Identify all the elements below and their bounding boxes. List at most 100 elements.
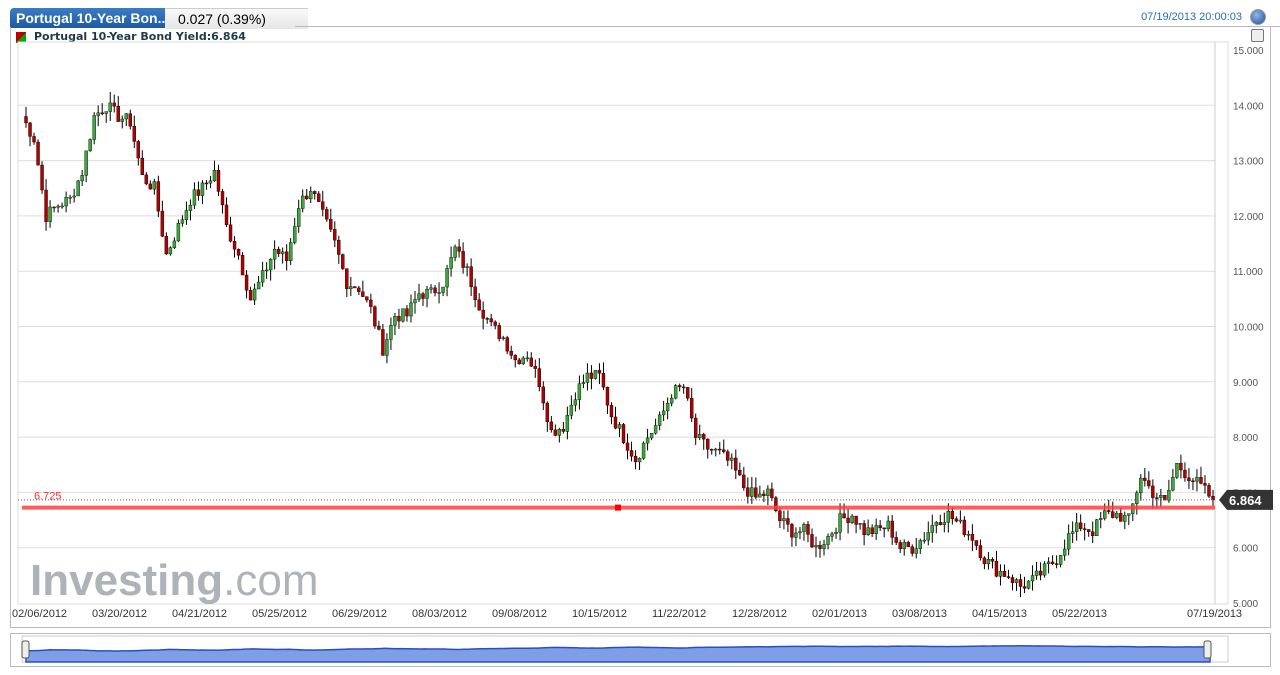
- candle: [276, 248, 281, 254]
- candle: [870, 527, 874, 535]
- candle: [1002, 570, 1007, 577]
- candle: [1123, 515, 1127, 522]
- candle: [417, 293, 421, 300]
- candle: [333, 229, 337, 241]
- candle: [156, 181, 161, 212]
- candle: [621, 424, 626, 444]
- candle: [954, 518, 959, 522]
- candle: [260, 270, 265, 283]
- candle: [882, 527, 886, 530]
- candle: [473, 286, 477, 300]
- candle: [240, 255, 245, 276]
- candle: [381, 329, 385, 356]
- candle: [280, 251, 285, 254]
- candle: [589, 372, 594, 379]
- candle: [321, 201, 325, 210]
- candle: [577, 383, 582, 400]
- y-tick-label: 11.000: [1233, 267, 1263, 278]
- candle: [754, 487, 758, 498]
- candle: [325, 209, 329, 220]
- candle: [914, 548, 918, 554]
- candle: [958, 519, 963, 522]
- candle: [268, 258, 273, 271]
- navigator[interactable]: [10, 633, 1271, 667]
- candle: [505, 337, 509, 352]
- candle: [1070, 531, 1075, 534]
- candle: [445, 268, 449, 288]
- candle: [345, 268, 349, 290]
- candle: [385, 339, 389, 356]
- plot-area: [17, 41, 1229, 605]
- candle: [236, 249, 241, 256]
- candle: [1074, 522, 1079, 532]
- y-tick-label: 13.000: [1233, 157, 1264, 168]
- candle: [108, 102, 112, 112]
- candle: [397, 316, 401, 322]
- investing-logo: Investing.com: [30, 556, 319, 605]
- candle: [140, 157, 145, 176]
- candle: [1203, 483, 1207, 486]
- candle: [1034, 570, 1039, 576]
- candle: [1111, 511, 1115, 518]
- candle: [942, 522, 947, 525]
- candle: [132, 125, 136, 142]
- candle: [296, 208, 301, 227]
- candle: [834, 531, 838, 534]
- candle: [457, 246, 461, 252]
- x-tick-label: 03/08/2013: [892, 608, 947, 620]
- x-tick-label: 02/06/2012: [12, 608, 67, 620]
- candle: [497, 325, 501, 339]
- candle: [541, 386, 546, 404]
- candle: [890, 520, 894, 538]
- candle: [898, 542, 902, 550]
- candle: [822, 544, 826, 549]
- candle: [429, 287, 433, 290]
- candle: [24, 116, 28, 124]
- candle: [184, 210, 189, 220]
- candle: [1163, 495, 1167, 501]
- candle: [389, 325, 393, 340]
- candle: [160, 210, 165, 237]
- candle: [421, 293, 425, 299]
- candle: [481, 309, 485, 319]
- candle: [136, 141, 140, 159]
- candle: [633, 455, 638, 463]
- y-tick-label: 10.000: [1233, 323, 1264, 334]
- candle: [645, 437, 650, 444]
- candle: [653, 425, 658, 434]
- candle: [1062, 548, 1067, 556]
- candle: [714, 448, 718, 451]
- candle: [365, 296, 369, 301]
- x-tick-label: 10/15/2012: [572, 608, 627, 620]
- candle: [529, 357, 533, 367]
- candle: [637, 458, 642, 463]
- candle: [433, 287, 437, 294]
- line-handle: [615, 504, 621, 511]
- candle: [629, 450, 634, 457]
- candle: [1022, 586, 1027, 589]
- candle: [1167, 489, 1171, 501]
- price-chart[interactable]: 15.000 14.000 13.000 12.000 11.000 10.000 9.00…: [0, 0, 1280, 675]
- candle: [569, 404, 574, 416]
- candle: [1006, 576, 1011, 578]
- candle: [918, 540, 922, 549]
- candle: [970, 534, 975, 541]
- candle: [56, 205, 60, 208]
- candle: [204, 182, 209, 185]
- candle: [525, 357, 529, 360]
- candle: [1054, 563, 1059, 565]
- x-tick-label: 04/21/2012: [172, 608, 227, 620]
- y-tick-label: 12.000: [1233, 212, 1264, 223]
- candle: [858, 523, 862, 525]
- candle: [224, 204, 229, 226]
- candle: [613, 416, 618, 429]
- candle: [521, 357, 525, 365]
- candle: [489, 318, 493, 323]
- candle: [1082, 528, 1087, 530]
- candle: [982, 557, 987, 565]
- candle: [617, 424, 622, 429]
- candle: [990, 559, 995, 562]
- candle: [1155, 497, 1159, 499]
- candle: [377, 325, 381, 330]
- candle: [1175, 463, 1179, 478]
